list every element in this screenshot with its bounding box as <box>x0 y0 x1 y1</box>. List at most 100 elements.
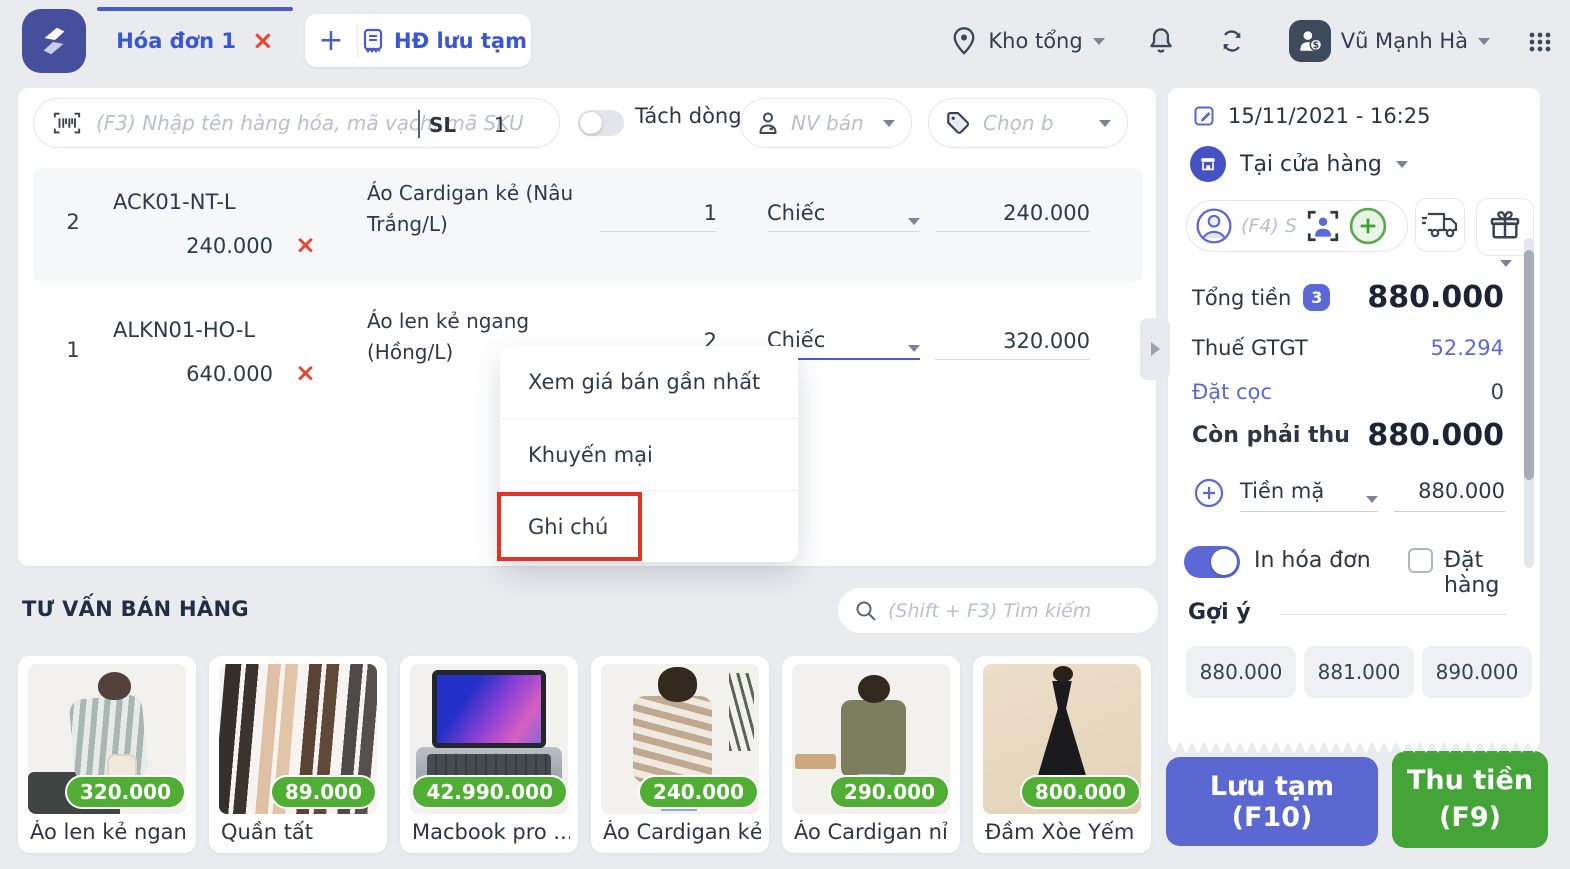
sales-channel-label: Tại cửa hàng <box>1240 151 1382 177</box>
gift-icon <box>1490 211 1520 239</box>
panel-collapse-handle[interactable] <box>1140 318 1170 380</box>
avatar[interactable]: $ <box>1288 20 1331 62</box>
sync-refresh-icon[interactable] <box>1217 26 1247 56</box>
suggestion-amount[interactable]: 881.000 <box>1304 646 1414 698</box>
product-card[interactable]: 42.990.000 Macbook pro ... <box>400 656 578 853</box>
qty-shortcut-value[interactable]: 1 <box>494 113 507 137</box>
product-name: Áo Cardigan kẻ <box>603 820 761 844</box>
location-selector[interactable]: Kho tổng <box>988 29 1082 53</box>
divider <box>1280 614 1506 615</box>
tab-invoice-1[interactable]: Hóa đơn 1 × <box>97 0 293 82</box>
payment-method-select[interactable]: Tiền mặ <box>1240 470 1378 512</box>
order-datetime[interactable]: 15/11/2021 - 16:25 <box>1192 104 1430 128</box>
sapo-logo-icon <box>43 27 65 55</box>
product-search-input[interactable]: (F3) Nhập tên hàng hóa, mã vạch, mã SKU … <box>33 98 560 148</box>
split-line-label: Tách dòng <box>635 104 742 128</box>
deposit-row: Đặt cọc 0 <box>1192 380 1504 404</box>
customer-search-input[interactable]: (F4) S <box>1186 200 1408 252</box>
chevron-down-icon <box>1395 160 1408 168</box>
row-index: 2 <box>66 210 80 234</box>
print-invoice-toggle[interactable] <box>1184 546 1240 578</box>
apps-grid-icon[interactable] <box>1526 27 1554 55</box>
cart-row: 2 ACK01-NT-L 240.000 × Áo Cardigan kẻ (N… <box>33 168 1143 282</box>
menu-item-note[interactable]: Ghi chú <box>500 490 798 562</box>
total-label: Tổng tiền 3 <box>1192 284 1331 311</box>
notifications-bell-icon[interactable] <box>1147 26 1175 56</box>
suggestion-amount[interactable]: 890.000 <box>1422 646 1532 698</box>
total-value: 880.000 <box>1367 280 1504 315</box>
product-price-badge: 240.000 <box>637 775 759 809</box>
customer-placeholder: (F4) S <box>1241 215 1297 237</box>
chevron-down-icon[interactable] <box>1092 37 1105 45</box>
advisor-section-title: TƯ VẤN BÁN HÀNG <box>22 597 249 621</box>
product-card[interactable]: 290.000 Áo Cardigan nỉ <box>782 656 960 853</box>
row-price-input[interactable]: 320.000 <box>935 314 1090 360</box>
save-draft-button[interactable]: Lưu tạm (F10) <box>1166 757 1378 846</box>
row-sku: ALKN01-HO-L <box>113 318 256 342</box>
search-icon <box>856 601 876 621</box>
product-card[interactable]: 800.000 Đầm Xòe Yếm <box>973 656 1151 853</box>
row-qty-input[interactable]: 1 <box>600 186 717 232</box>
checkout-line1: Thu tiền <box>1407 765 1533 797</box>
chevron-down-icon[interactable] <box>1478 37 1490 45</box>
order-checkbox[interactable] <box>1408 548 1433 573</box>
product-name: Quần tất <box>221 820 314 844</box>
staff-select[interactable]: NV bán <box>740 98 912 148</box>
row-context-menu: Xem giá bán gần nhất Khuyến mại Ghi chú <box>500 346 798 562</box>
user-menu[interactable]: Vũ Mạnh Hà <box>1341 29 1468 53</box>
coupon-select[interactable]: Chọn b <box>928 98 1128 148</box>
checkout-button[interactable]: Thu tiền (F9) <box>1392 751 1548 848</box>
topbar-right: Kho tổng $ Vũ Mạnh Hà <box>950 0 1554 82</box>
row-price-input[interactable]: 240.000 <box>935 186 1090 232</box>
product-price-badge: 320.000 <box>64 775 186 809</box>
advisor-search-placeholder: (Shift + F3) Tìm kiếm <box>888 599 1092 622</box>
menu-item-promotion[interactable]: Khuyến mại <box>500 418 798 490</box>
delete-row-icon[interactable]: × <box>295 358 316 387</box>
person-icon <box>759 112 777 134</box>
close-tab-icon[interactable]: × <box>252 28 274 54</box>
row-index: 1 <box>66 338 80 362</box>
row-sku: ACK01-NT-L <box>113 190 236 214</box>
order-datetime-value: 15/11/2021 - 16:25 <box>1228 104 1431 128</box>
deposit-link[interactable]: Đặt cọc <box>1192 380 1272 404</box>
sales-channel-selector[interactable]: Tại cửa hàng <box>1190 146 1408 182</box>
text-cursor <box>418 110 420 138</box>
face-scan-icon[interactable] <box>1305 208 1341 244</box>
suggestion-amount[interactable]: 880.000 <box>1186 646 1296 698</box>
product-name: Macbook pro ... <box>412 820 570 844</box>
product-price-badge: 42.990.000 <box>411 775 568 809</box>
product-card[interactable]: 240.000 Áo Cardigan kẻ <box>591 656 769 853</box>
menu-item-recent-price[interactable]: Xem giá bán gần nhất <box>500 346 798 418</box>
product-card[interactable]: 320.000 Áo len kẻ ngang <box>18 656 196 853</box>
chevron-right-icon <box>1150 342 1160 356</box>
vat-value[interactable]: 52.294 <box>1431 336 1504 360</box>
product-price-badge: 290.000 <box>828 775 950 809</box>
scrollbar-thumb[interactable] <box>1524 250 1534 480</box>
due-row: Còn phải thu 880.000 <box>1192 418 1504 453</box>
shipping-button[interactable] <box>1415 198 1465 252</box>
payment-amount-input[interactable]: 880.000 <box>1394 470 1505 512</box>
new-invoice-button[interactable]: + <box>305 23 357 58</box>
draft-invoices-button[interactable]: HĐ lưu tạm <box>358 28 531 54</box>
suggested-products: 320.000 Áo len kẻ ngang 89.000 Quần tất … <box>18 656 1151 853</box>
tag-icon <box>947 111 970 134</box>
chevron-down-icon <box>908 345 920 352</box>
svg-text:$: $ <box>1312 40 1319 51</box>
product-name: Đầm Xòe Yếm <box>985 820 1135 844</box>
add-payment-icon[interactable] <box>1194 478 1224 508</box>
suggestions-label: Gợi ý <box>1188 600 1251 625</box>
chevron-down-icon <box>1366 496 1378 503</box>
row-line-total: 640.000 <box>186 362 273 386</box>
row-line-total: 240.000 <box>186 234 273 258</box>
staff-placeholder: NV bán <box>791 111 864 135</box>
checkout-line2: (F9) <box>1439 801 1501 833</box>
delete-row-icon[interactable]: × <box>295 230 316 259</box>
product-card[interactable]: 89.000 Quần tất <box>209 656 387 853</box>
row-product-name: Áo Cardigan kẻ (Nâu Trắng/L) <box>367 181 574 236</box>
item-count-badge: 3 <box>1303 284 1331 311</box>
split-line-toggle[interactable] <box>578 110 624 136</box>
advisor-search-input[interactable]: (Shift + F3) Tìm kiếm <box>838 588 1158 633</box>
vat-row: Thuế GTGT 52.294 <box>1192 336 1504 360</box>
row-unit-select[interactable]: Chiếc <box>767 186 920 232</box>
add-customer-icon[interactable] <box>1349 207 1387 245</box>
